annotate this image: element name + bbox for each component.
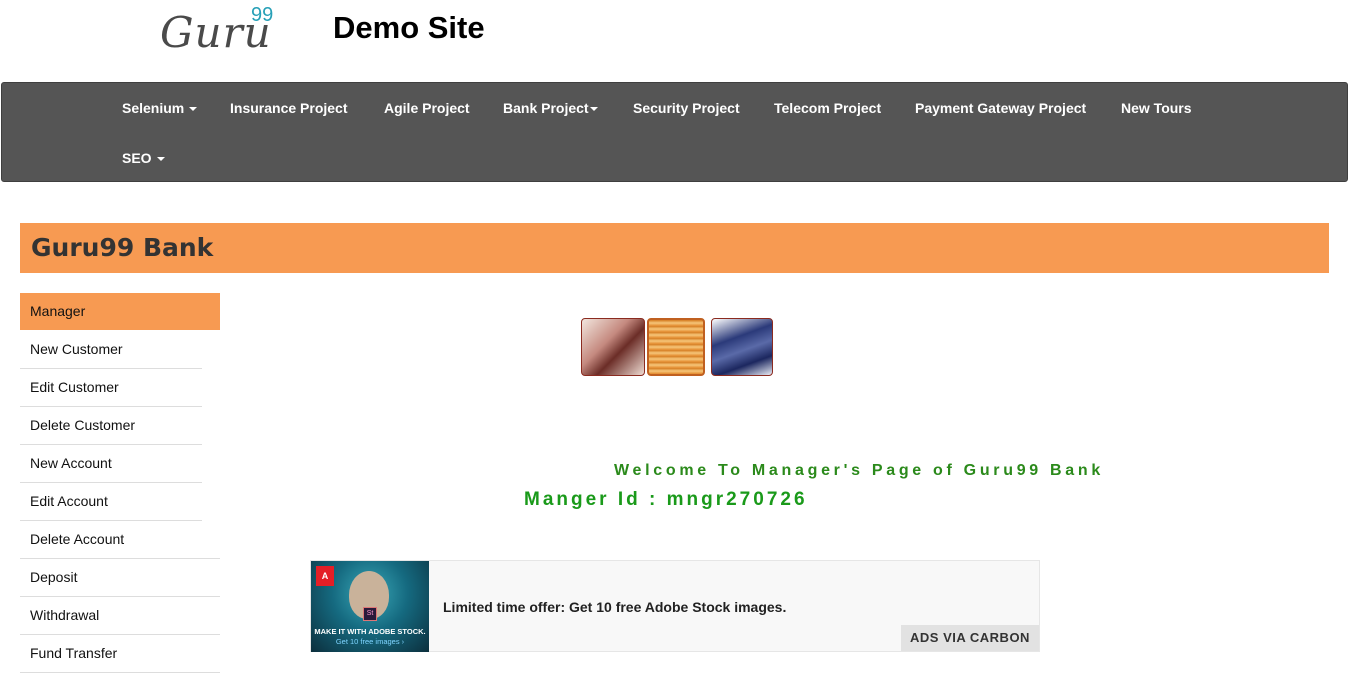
sidebar-item-new-customer[interactable]: New Customer xyxy=(20,331,202,369)
photo-woman-computer xyxy=(711,318,773,376)
adobe-stock-icon: St xyxy=(363,607,377,621)
nav-label: Telecom Project xyxy=(774,100,882,116)
welcome-message: Welcome To Manager's Page of Guru99 Bank xyxy=(614,462,1104,479)
nav-new-tours[interactable]: New Tours xyxy=(1121,100,1192,116)
sidebar-item-new-account[interactable]: New Account xyxy=(20,445,202,483)
sidebar-item-label: Withdrawal xyxy=(30,607,100,623)
nav-security-project[interactable]: Security Project xyxy=(633,100,740,116)
carbon-ad[interactable]: A St MAKE IT WITH ADOBE STOCK. Get 10 fr… xyxy=(310,560,1040,652)
nav-seo[interactable]: SEO xyxy=(122,150,165,166)
nav-bank-project[interactable]: Bank Project xyxy=(503,100,598,116)
photo-man-phone xyxy=(581,318,645,376)
sidebar-item-label: Manager xyxy=(30,303,86,319)
main-navbar: Selenium Insurance Project Agile Project… xyxy=(1,82,1348,182)
caret-down-icon xyxy=(156,157,165,162)
nav-label: Insurance Project xyxy=(230,100,348,116)
sidebar-item-withdrawal[interactable]: Withdrawal xyxy=(20,597,220,635)
nav-label: New Tours xyxy=(1121,100,1192,116)
bank-title: Guru99 Bank xyxy=(31,233,214,262)
sidebar-item-delete-account[interactable]: Delete Account xyxy=(20,521,220,559)
nav-selenium[interactable]: Selenium xyxy=(122,100,198,116)
sidebar-item-label: New Account xyxy=(30,455,112,471)
adobe-logo-icon: A xyxy=(316,566,334,586)
photo-coins xyxy=(647,318,705,376)
nav-label: Payment Gateway Project xyxy=(915,100,1087,116)
sidebar-item-label: Delete Customer xyxy=(30,417,136,433)
sidebar-item-label: Edit Account xyxy=(30,493,108,509)
nav-label: Selenium xyxy=(122,100,185,116)
caret-down-icon xyxy=(189,107,198,112)
caret-down-icon xyxy=(589,107,598,112)
sidebar-item-manager[interactable]: Manager xyxy=(20,293,220,330)
sidebar-item-label: New Customer xyxy=(30,341,123,357)
sidebar-item-delete-customer[interactable]: Delete Customer xyxy=(20,407,202,445)
nav-telecom-project[interactable]: Telecom Project xyxy=(774,100,881,116)
nav-payment-gateway-project[interactable]: Payment Gateway Project xyxy=(915,100,1086,116)
bank-photo-strip xyxy=(580,316,773,378)
logo-superscript: 99 xyxy=(251,4,274,26)
sidebar-item-label: Delete Account xyxy=(30,531,125,547)
sidebar-item-fund-transfer[interactable]: Fund Transfer xyxy=(20,635,220,673)
ad-text-link[interactable]: Limited time offer: Get 10 free Adobe St… xyxy=(443,599,786,615)
ads-via-carbon-link[interactable]: ADS VIA CARBON xyxy=(901,625,1039,651)
bank-title-banner: Guru99 Bank xyxy=(20,223,1329,273)
sidebar-item-label: Fund Transfer xyxy=(30,645,118,661)
manager-id: Manger Id : mngr270726 xyxy=(524,489,808,510)
ad-cta: Get 10 free images › xyxy=(335,637,405,646)
ad-caption: MAKE IT WITH ADOBE STOCK. xyxy=(314,627,426,636)
sidebar-item-deposit[interactable]: Deposit xyxy=(20,559,220,597)
nav-label: Agile Project xyxy=(384,100,470,116)
site-header: Guru 99 Demo Site xyxy=(0,0,1366,80)
sidebar-item-edit-customer[interactable]: Edit Customer xyxy=(20,369,202,407)
sidebar-item-label: Edit Customer xyxy=(30,379,119,395)
site-title: Demo Site xyxy=(333,10,485,45)
nav-agile-project[interactable]: Agile Project xyxy=(384,100,470,116)
nav-insurance-project[interactable]: Insurance Project xyxy=(230,100,348,116)
ad-image[interactable]: A St MAKE IT WITH ADOBE STOCK. Get 10 fr… xyxy=(311,561,429,652)
nav-label: Security Project xyxy=(633,100,740,116)
nav-label: Bank Project xyxy=(503,100,589,116)
sidebar-item-edit-account[interactable]: Edit Account xyxy=(20,483,202,521)
sidebar-item-label: Deposit xyxy=(30,569,78,585)
nav-label: SEO xyxy=(122,150,152,166)
